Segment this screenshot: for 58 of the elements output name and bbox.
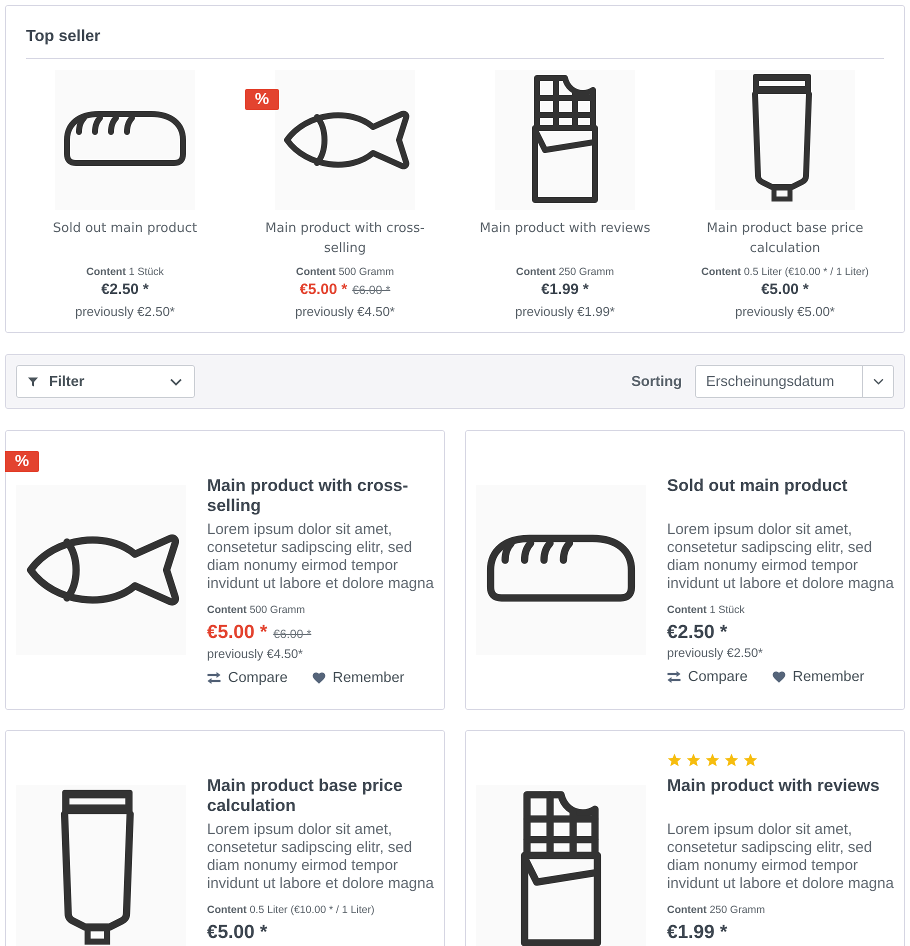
star-icon: [724, 753, 739, 767]
content-info: Content 500 Gramm: [207, 603, 306, 617]
remember-link[interactable]: Remember: [312, 668, 404, 688]
price: €5.00 *: [761, 281, 809, 299]
filter-button[interactable]: Filter: [16, 365, 195, 398]
discount-badge: %: [245, 89, 279, 110]
product-name-link[interactable]: Main product with reviews: [472, 219, 658, 259]
previous-price: previously €2.50*: [667, 645, 764, 661]
previous-price: previously €1.99*: [515, 303, 615, 321]
list-price: €6.00 *: [273, 626, 312, 643]
product-description: Lorem ipsum dolor sit amet, consetetur sadipscing elitr, sed diam nonumy eirmod tempor invidunt ut labore et dolore magna: [207, 821, 435, 893]
heart-icon: [312, 672, 326, 684]
product-name-link[interactable]: Main product base price calculation: [207, 776, 435, 816]
content-info: Content 250 Gramm: [667, 903, 766, 917]
star-icon: [743, 753, 758, 767]
heart-icon: [772, 671, 786, 683]
chevron-down-icon: [170, 378, 182, 386]
content-info: Content 1 Stück: [86, 265, 164, 279]
chevron-down-icon: [872, 378, 884, 385]
product-name-link[interactable]: Main product with cross-selling: [207, 476, 435, 516]
product-name-link[interactable]: Sold out main product: [667, 476, 895, 516]
price: €2.50 *: [101, 281, 149, 299]
star-icon: [705, 753, 720, 767]
previous-price: previously €5.00*: [735, 303, 835, 321]
product-description: Lorem ipsum dolor sit amet, consetetur sadipscing elitr, sed diam nonumy eirmod tempor invidunt ut labore et dolore magna: [667, 521, 895, 593]
previous-price: previously €4.50*: [207, 646, 304, 662]
remember-link[interactable]: Remember: [772, 667, 864, 687]
product-description: Lorem ipsum dolor sit amet, consetetur sadipscing elitr, sed diam nonumy eirmod tempor invidunt ut labore et dolore magna: [207, 521, 435, 593]
swap-arrows-icon: [667, 671, 681, 683]
compare-link[interactable]: Compare: [207, 668, 288, 688]
price: €1.99 *: [667, 921, 728, 945]
price: €5.00 *: [300, 281, 348, 299]
product-description: Lorem ipsum dolor sit amet, consetetur sadipscing elitr, sed diam nonumy eirmod tempor invidunt ut labore et dolore magna: [667, 821, 895, 893]
sorting-label: Sorting: [631, 374, 682, 390]
price: €2.50 *: [667, 621, 728, 645]
content-info: Content 0.5 Liter (€10.00 * / 1 Liter): [207, 903, 376, 917]
discount-badge: %: [5, 451, 39, 472]
product-name-link[interactable]: Main product base price calculation: [692, 219, 878, 259]
section-title: Top seller: [26, 27, 102, 47]
sort-dropdown[interactable]: Erscheinungsdatum: [695, 365, 894, 398]
content-info: Content 250 Gramm: [516, 265, 614, 279]
star-icon: [667, 753, 682, 767]
content-info: Content 0.5 Liter (€10.00 * / 1 Liter): [701, 265, 869, 279]
content-info: Content 500 Gramm: [296, 265, 394, 279]
product-name-link[interactable]: Main product with cross-selling: [252, 219, 438, 259]
previous-price: previously €4.50*: [295, 303, 395, 321]
price: €5.00 *: [207, 921, 268, 945]
swap-arrows-icon: [207, 672, 221, 684]
price: €1.99 *: [541, 281, 589, 299]
previous-price: previously €2.50*: [75, 303, 175, 321]
content-info: Content 1 Stück: [667, 603, 746, 617]
filter-icon: [28, 376, 38, 386]
list-price: €6.00 *: [352, 282, 390, 299]
price: €5.00 *: [207, 621, 268, 645]
product-name-link[interactable]: Sold out main product: [32, 219, 218, 259]
compare-link[interactable]: Compare: [667, 667, 748, 687]
star-icon: [686, 753, 701, 767]
product-name-link[interactable]: Main product with reviews: [667, 776, 895, 816]
